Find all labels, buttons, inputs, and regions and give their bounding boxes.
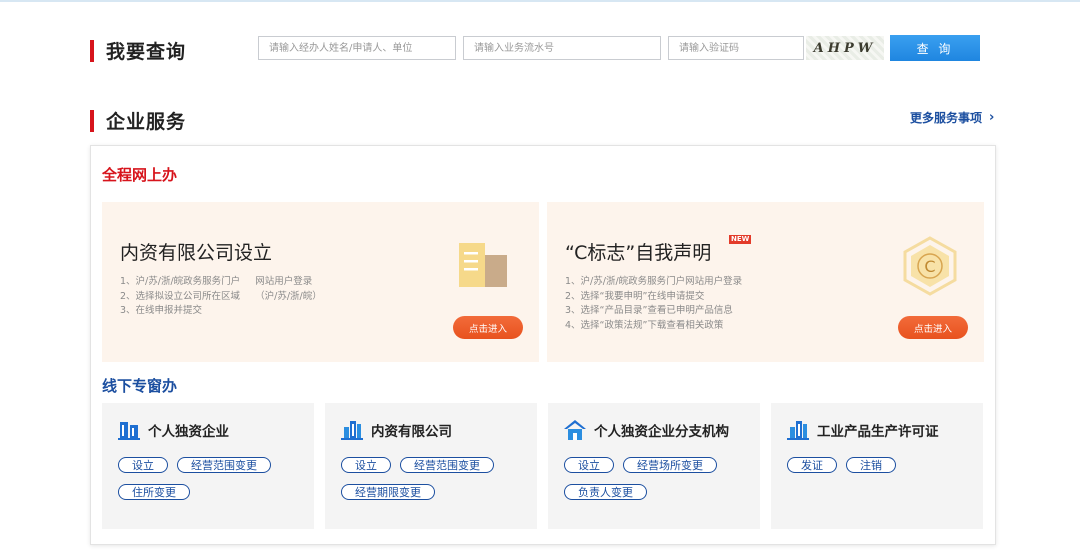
building-icon	[787, 421, 809, 440]
step-text: 1、沪/苏/浙/皖政务服务门户网站用户登录	[565, 276, 743, 287]
more-services-label: 更多服务事项	[910, 111, 983, 125]
step-text: 2、选择拟设立公司所在区域 （沪/苏/浙/皖）	[120, 290, 322, 302]
services-section-title: 企业服务	[90, 107, 186, 134]
serial-number-input[interactable]	[463, 36, 661, 60]
offline-card-branch: 个人独资企业分支机构 设立 经营场所变更负责人变更	[548, 403, 760, 529]
tag-button[interactable]: 经营范围变更	[400, 457, 494, 473]
offline-card-name: 个人独资企业分支机构	[594, 424, 729, 440]
captcha-input[interactable]	[668, 36, 804, 60]
c-mark-hexagon-icon: C	[902, 236, 958, 300]
query-section-title: 我要查询	[90, 37, 186, 64]
query-button[interactable]: 查 询	[890, 35, 980, 61]
applicant-name-input[interactable]	[258, 36, 456, 60]
top-divider	[0, 0, 1080, 2]
query-title: 我要查询	[106, 41, 187, 63]
building-icon	[341, 421, 363, 440]
tag-button[interactable]: 经营场所变更	[623, 457, 717, 473]
offline-card-production-license: 工业产品生产许可证 发证 注销	[771, 403, 983, 529]
offline-card-name: 工业产品生产许可证	[817, 424, 939, 440]
tag-button[interactable]: 设立	[564, 457, 614, 473]
online-card-company-setup: 内资有限公司设立 1、沪/苏/浙/皖政务服务门户 网站用户登录 2、选择拟设立公…	[102, 202, 539, 362]
chevron-right-icon: ›	[989, 110, 995, 125]
more-services-link[interactable]: 更多服务事项 ›	[910, 109, 994, 126]
step-text: 3、在线申报并提交	[120, 305, 203, 316]
tag-button[interactable]: 设立	[341, 457, 391, 473]
tag-button[interactable]: 发证	[787, 457, 837, 473]
offline-section-title: 线下专窗办	[102, 377, 178, 395]
step-text: 2、选择“我要申明”在线申请提交	[565, 290, 705, 302]
building-icon	[118, 422, 140, 440]
online-card-steps: 1、沪/苏/浙/皖政务服务门户 网站用户登录 2、选择拟设立公司所在区域 （沪/…	[120, 275, 322, 319]
tag-button[interactable]: 注销	[846, 457, 896, 473]
services-panel: 全程网上办 内资有限公司设立 1、沪/苏/浙/皖政务服务门户 网站用户登录 2、…	[90, 145, 996, 545]
tag-button[interactable]: 经营范围变更	[177, 457, 271, 473]
enter-button[interactable]: 点击进入	[453, 316, 523, 339]
captcha-image[interactable]: AHPW	[806, 36, 884, 60]
step-text: 3、选择“产品目录”查看已申明产品信息	[565, 305, 733, 316]
offline-card-sole-proprietorship: 个人独资企业 设立 经营范围变更住所变更	[102, 403, 314, 529]
document-folder-icon	[459, 243, 511, 293]
online-card-steps: 1、沪/苏/浙/皖政务服务门户网站用户登录 2、选择“我要申明”在线申请提交 3…	[565, 275, 742, 333]
services-title: 企业服务	[106, 111, 187, 133]
tag-button[interactable]: 设立	[118, 457, 168, 473]
offline-card-name: 内资有限公司	[371, 424, 452, 440]
step-text: 1、沪/苏/浙/皖政务服务门户 网站用户登录	[120, 276, 313, 287]
tag-button[interactable]: 负责人变更	[564, 484, 647, 500]
online-card-c-mark: “C标志”自我声明 NEW 1、沪/苏/浙/皖政务服务门户网站用户登录 2、选择…	[547, 202, 984, 362]
tag-button[interactable]: 住所变更	[118, 484, 190, 500]
svg-text:C: C	[924, 257, 935, 276]
offline-card-name: 个人独资企业	[148, 424, 229, 440]
house-icon	[564, 420, 586, 440]
enter-button[interactable]: 点击进入	[898, 316, 968, 339]
new-badge: NEW	[729, 235, 752, 244]
tag-button[interactable]: 经营期限变更	[341, 484, 435, 500]
offline-card-domestic-ltd: 内资有限公司 设立 经营范围变更经营期限变更	[325, 403, 537, 529]
online-card-title: 内资有限公司设立	[120, 242, 273, 264]
online-section-title: 全程网上办	[102, 166, 178, 184]
title-accent-bar	[90, 39, 94, 62]
online-card-title: “C标志”自我声明	[565, 242, 712, 264]
title-accent-bar	[90, 109, 94, 132]
step-text: 4、选择“政策法规”下载查看相关政策	[565, 319, 724, 331]
